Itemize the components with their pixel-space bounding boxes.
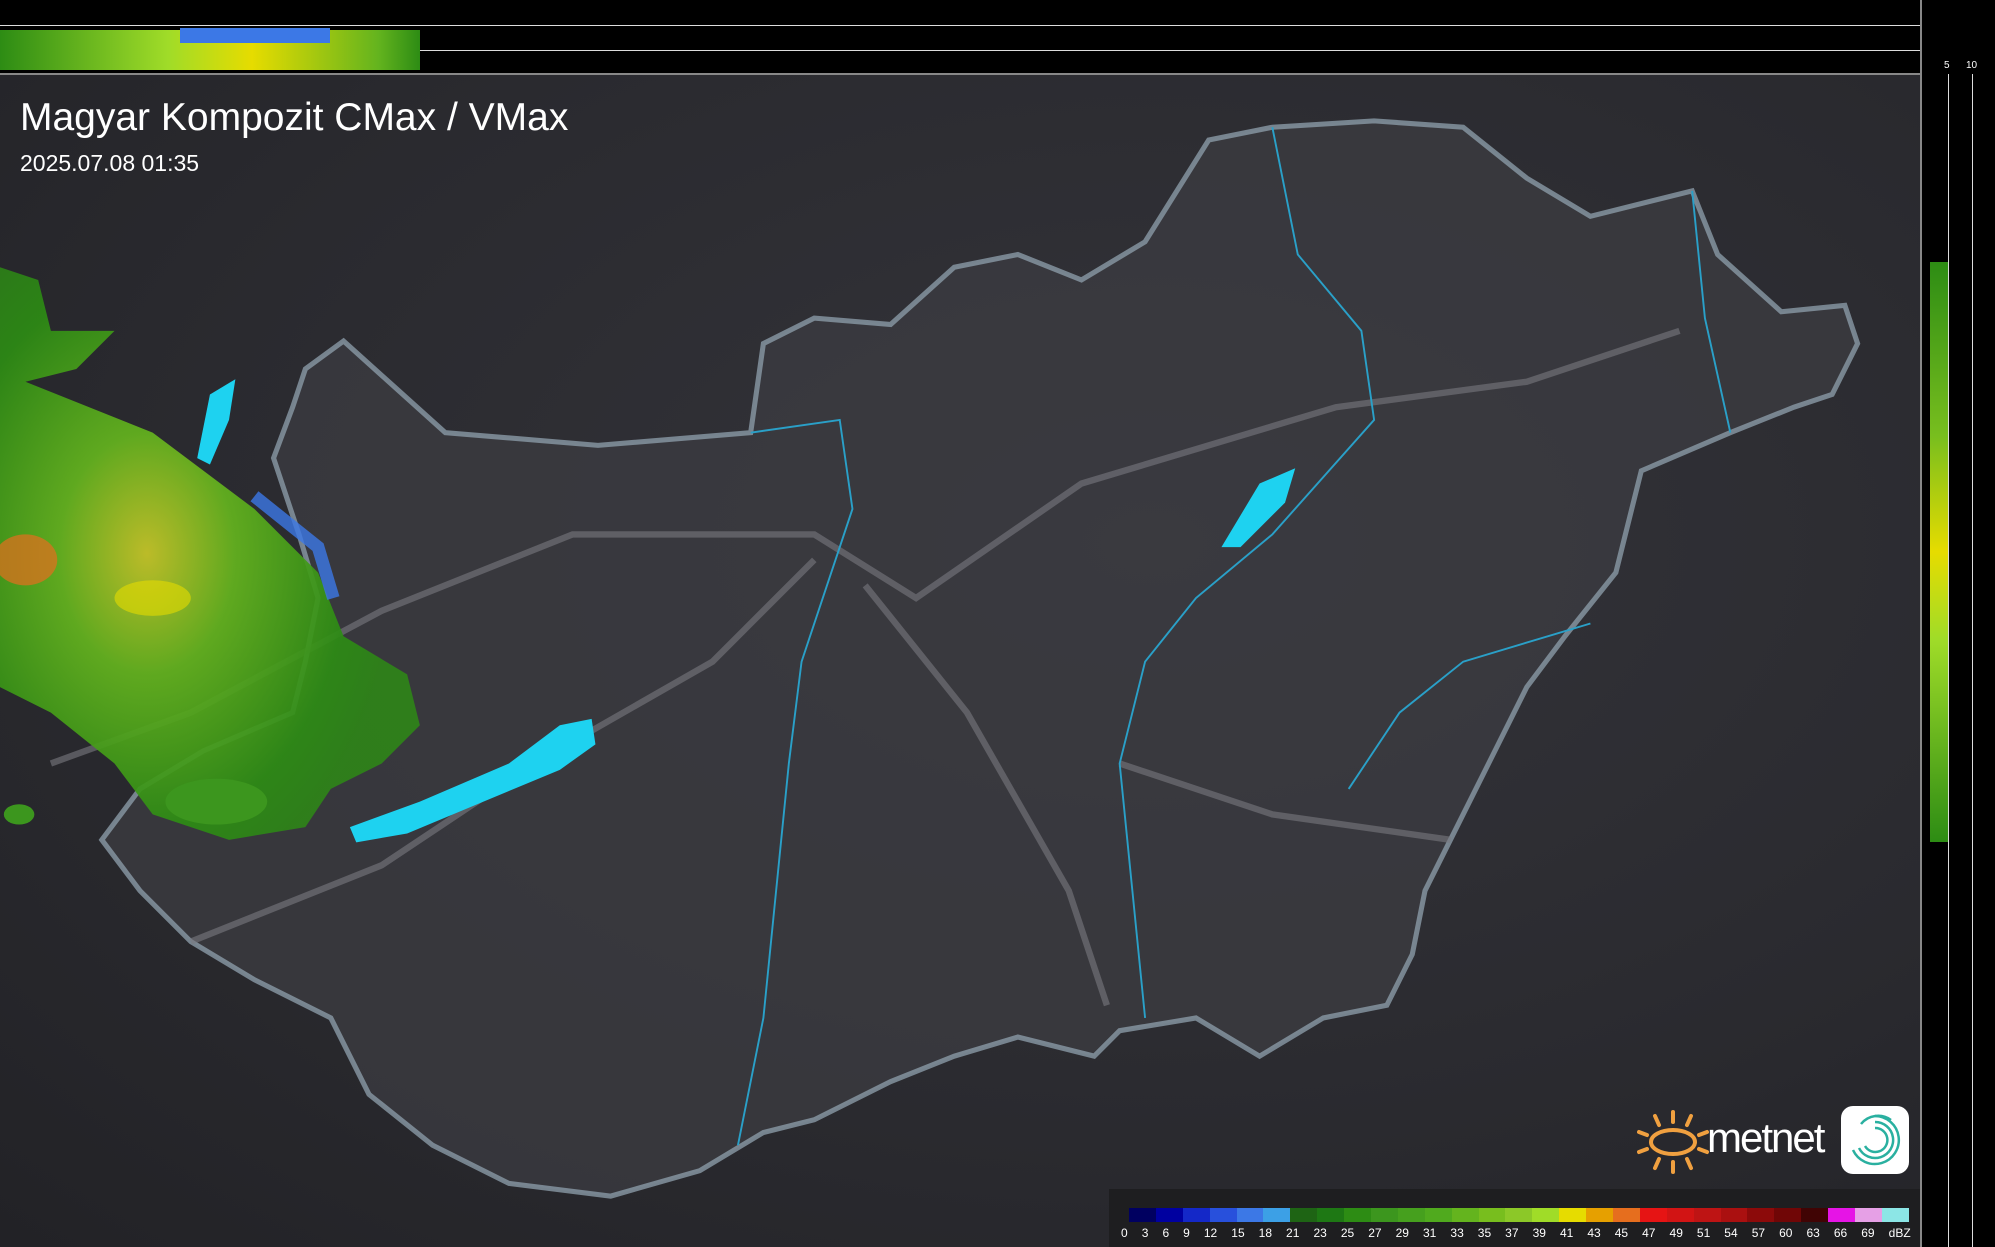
scale-label: 39 xyxy=(1533,1226,1546,1240)
axis-label-right-5: 5 xyxy=(1944,60,1950,71)
color-bin xyxy=(1505,1208,1532,1222)
top-profile-strip: 10 5 xyxy=(0,0,1920,75)
scale-label: 57 xyxy=(1752,1226,1765,1240)
map-timestamp: 2025.07.08 01:35 xyxy=(20,150,199,177)
scale-label: 54 xyxy=(1724,1226,1737,1240)
color-bin xyxy=(1828,1208,1855,1222)
lake-neusiedl xyxy=(197,379,235,464)
scale-label: 0 xyxy=(1121,1226,1128,1240)
color-bins xyxy=(1129,1208,1909,1222)
color-bin xyxy=(1237,1208,1264,1222)
sun-icon xyxy=(1637,1108,1709,1176)
scale-label: 49 xyxy=(1670,1226,1683,1240)
scale-label: 41 xyxy=(1560,1226,1573,1240)
gridline-10 xyxy=(0,25,1920,26)
scale-label: 45 xyxy=(1615,1226,1628,1240)
color-bin xyxy=(1559,1208,1586,1222)
color-scale-labels: 0369121518212325272931333537394143454749… xyxy=(1121,1226,1911,1240)
scale-label: 6 xyxy=(1162,1226,1169,1240)
color-bin xyxy=(1156,1208,1183,1222)
scale-label: 63 xyxy=(1806,1226,1819,1240)
color-bin xyxy=(1532,1208,1559,1222)
color-bin xyxy=(1290,1208,1317,1222)
map-layer xyxy=(0,0,1995,1247)
scale-unit: dBZ xyxy=(1889,1226,1911,1240)
gridline-10-v xyxy=(1972,74,1973,1247)
scale-label: 66 xyxy=(1834,1226,1847,1240)
scale-label: 15 xyxy=(1231,1226,1244,1240)
color-bin xyxy=(1667,1208,1694,1222)
right-profile-echo xyxy=(1930,262,1948,842)
color-bin xyxy=(1613,1208,1640,1222)
app-icon xyxy=(1841,1106,1909,1174)
color-bin xyxy=(1640,1208,1667,1222)
axis-label-right-10: 10 xyxy=(1966,60,1977,71)
scale-label: 25 xyxy=(1341,1226,1354,1240)
scale-label: 29 xyxy=(1396,1226,1409,1240)
scale-label: 3 xyxy=(1142,1226,1149,1240)
color-bin xyxy=(1344,1208,1371,1222)
color-bin xyxy=(1210,1208,1237,1222)
color-bin xyxy=(1747,1208,1774,1222)
scale-label: 60 xyxy=(1779,1226,1792,1240)
scale-label: 35 xyxy=(1478,1226,1491,1240)
color-bin xyxy=(1317,1208,1344,1222)
scale-label: 43 xyxy=(1587,1226,1600,1240)
color-bin xyxy=(1882,1208,1909,1222)
color-bin xyxy=(1694,1208,1721,1222)
color-scale-legend: 0369121518212325272931333537394143454749… xyxy=(1109,1189,1920,1247)
scale-label: 12 xyxy=(1204,1226,1217,1240)
scale-label: 27 xyxy=(1368,1226,1381,1240)
color-bin xyxy=(1721,1208,1748,1222)
color-bin xyxy=(1479,1208,1506,1222)
color-bin xyxy=(1425,1208,1452,1222)
scale-label: 33 xyxy=(1450,1226,1463,1240)
map-title: Magyar Kompozit CMax / VMax xyxy=(20,96,568,140)
scale-label: 9 xyxy=(1183,1226,1190,1240)
color-bin xyxy=(1129,1208,1156,1222)
scale-label: 23 xyxy=(1313,1226,1326,1240)
scale-label: 18 xyxy=(1259,1226,1272,1240)
scale-label: 37 xyxy=(1505,1226,1518,1240)
scale-label: 31 xyxy=(1423,1226,1436,1240)
scale-label: 21 xyxy=(1286,1226,1299,1240)
color-bin xyxy=(1452,1208,1479,1222)
color-bin xyxy=(1371,1208,1398,1222)
top-profile-echo-blue xyxy=(180,28,330,43)
brand-name: metnet xyxy=(1707,1114,1823,1162)
color-bin xyxy=(1263,1208,1290,1222)
color-bin xyxy=(1183,1208,1210,1222)
color-bin xyxy=(1398,1208,1425,1222)
color-bin xyxy=(1774,1208,1801,1222)
color-bin xyxy=(1801,1208,1828,1222)
gridline-5-v xyxy=(1948,74,1949,1247)
scale-label: 47 xyxy=(1642,1226,1655,1240)
scale-label: 69 xyxy=(1861,1226,1874,1240)
right-profile-strip: 5 10 xyxy=(1920,0,1995,1247)
color-bin xyxy=(1586,1208,1613,1222)
scale-label: 51 xyxy=(1697,1226,1710,1240)
color-bin xyxy=(1855,1208,1882,1222)
metnet-logo[interactable]: metnet xyxy=(1637,1104,1909,1178)
